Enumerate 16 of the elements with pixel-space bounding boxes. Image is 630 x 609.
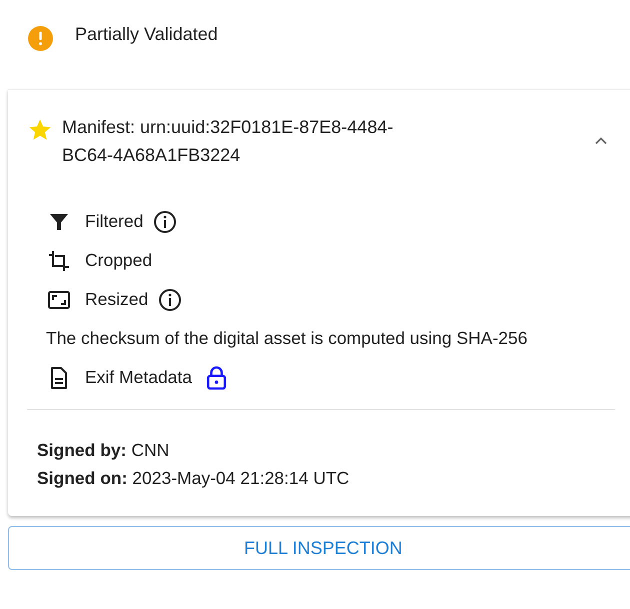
assertion-label: The checksum of the digital asset is computed using SHA-256 <box>46 328 528 349</box>
assertion-label: Filtered <box>85 211 144 232</box>
signature-line: Signed by: CNN <box>37 439 170 461</box>
full-inspection-button[interactable]: FULL INSPECTION <box>8 526 630 570</box>
assertion-label: Exif Metadata <box>85 367 192 388</box>
crop-icon <box>47 248 71 272</box>
warning-icon <box>28 26 53 50</box>
lock-icon[interactable] <box>206 364 227 390</box>
info-icon[interactable] <box>153 210 178 234</box>
assertion-label: Resized <box>85 289 148 310</box>
assertion-label: Cropped <box>85 250 152 271</box>
star-icon <box>28 118 52 142</box>
status-label: Partially Validated <box>75 24 218 44</box>
manifest-title: Manifest: urn:uuid:32F0181E-87E8-4484-BC64-4A68A1FB3224 <box>62 116 394 167</box>
signature-line: Signed on: 2023-May-04 21:28:14 UTC <box>37 467 350 489</box>
info-icon[interactable] <box>158 288 182 312</box>
